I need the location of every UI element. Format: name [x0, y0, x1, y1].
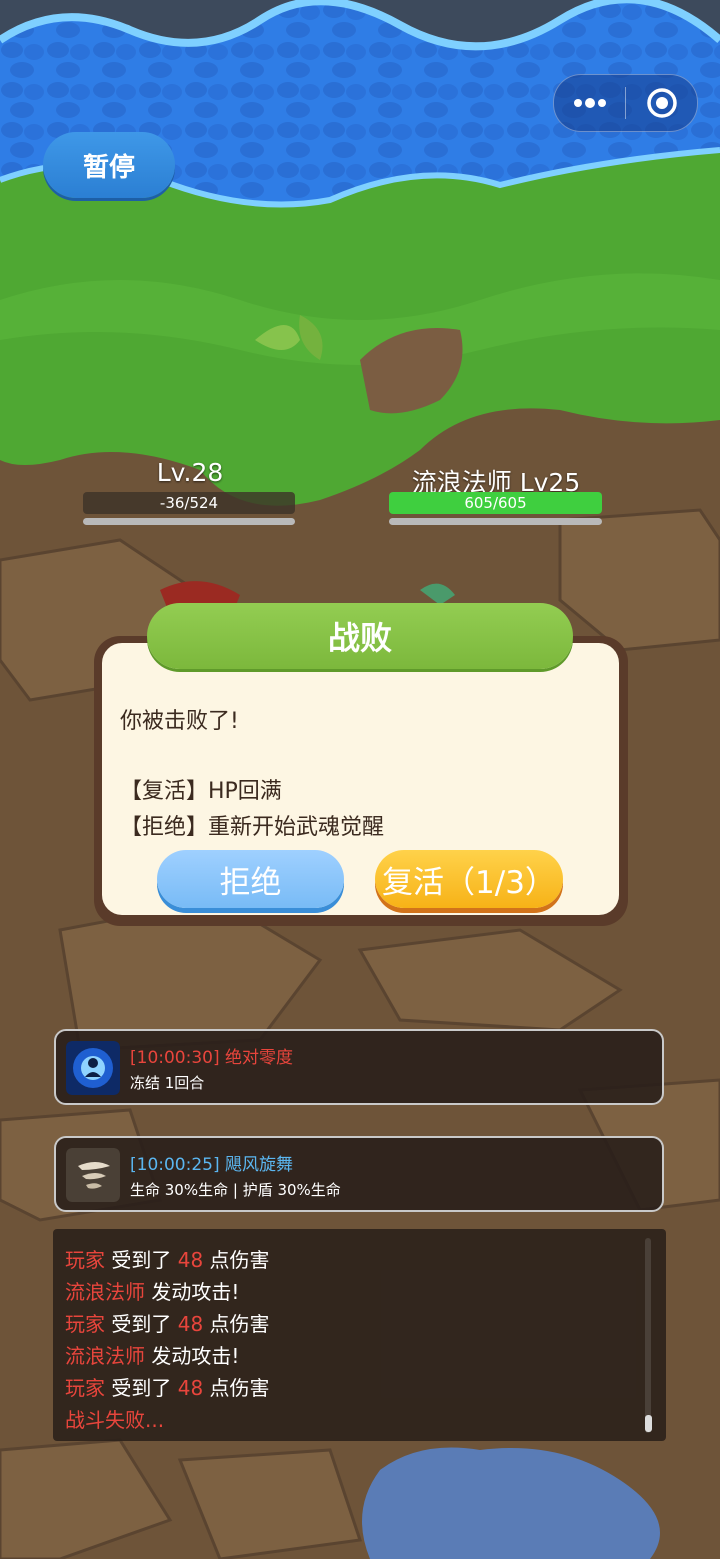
revive-button[interactable]: 复活（1/3）: [375, 850, 563, 908]
mini-program-capsule: [553, 74, 698, 132]
player-hp-text: -36/524: [159, 494, 219, 512]
close-mini-program-button[interactable]: [626, 75, 697, 131]
enemy-hp-text: 605/605: [464, 494, 527, 512]
more-dots-icon: [573, 98, 606, 108]
log-scrollbar-thumb[interactable]: [645, 1415, 652, 1432]
log-line: 玩家 受到了 48 点伤害: [65, 1376, 270, 1400]
battle-log[interactable]: 玩家 受到了 48 点伤害 流浪法师 发动攻击! 玩家 受到了 48 点伤害 流…: [53, 1229, 666, 1441]
log-line: 玩家 受到了 48 点伤害: [65, 1248, 270, 1272]
refuse-explanation: 【拒绝】重新开始武魂觉醒: [120, 815, 385, 840]
target-close-icon: [646, 88, 677, 118]
enemy-hp-bar: 605/605: [389, 492, 602, 514]
defeat-message: 你被击败了!: [120, 709, 239, 734]
skill-description: 生命 30%生命 | 护盾 30%生命: [130, 1181, 341, 1199]
defeat-dialog-title: 战败: [147, 603, 573, 669]
pause-button[interactable]: 暂停: [43, 132, 175, 198]
enemy-energy-bar: [389, 518, 602, 525]
ice-burst-icon: [66, 1041, 120, 1095]
skill-description: 冻结 1回合: [130, 1074, 205, 1092]
refuse-button[interactable]: 拒绝: [157, 850, 344, 908]
skill-title: [10:00:30] 绝对零度: [130, 1048, 294, 1068]
log-line: 流浪法师 发动攻击!: [65, 1344, 240, 1368]
log-line: 玩家 受到了 48 点伤害: [65, 1312, 270, 1336]
skill-card: [10:00:30] 绝对零度 冻结 1回合: [54, 1029, 664, 1105]
log-scrollbar-track[interactable]: [645, 1238, 651, 1433]
whirlwind-icon: [66, 1148, 120, 1202]
more-menu-button[interactable]: [554, 75, 625, 131]
skill-card: [10:00:25] 飓风旋舞 生命 30%生命 | 护盾 30%生命: [54, 1136, 664, 1212]
player-hp-bar: -36/524: [83, 492, 295, 514]
log-line: 流浪法师 发动攻击!: [65, 1280, 240, 1304]
player-level: Lv.28: [156, 458, 224, 487]
player-energy-bar: [83, 518, 295, 525]
revive-explanation: 【复活】HP回满: [120, 779, 282, 804]
skill-title: [10:00:25] 飓风旋舞: [130, 1155, 294, 1175]
log-line: 战斗失败...: [65, 1408, 165, 1432]
